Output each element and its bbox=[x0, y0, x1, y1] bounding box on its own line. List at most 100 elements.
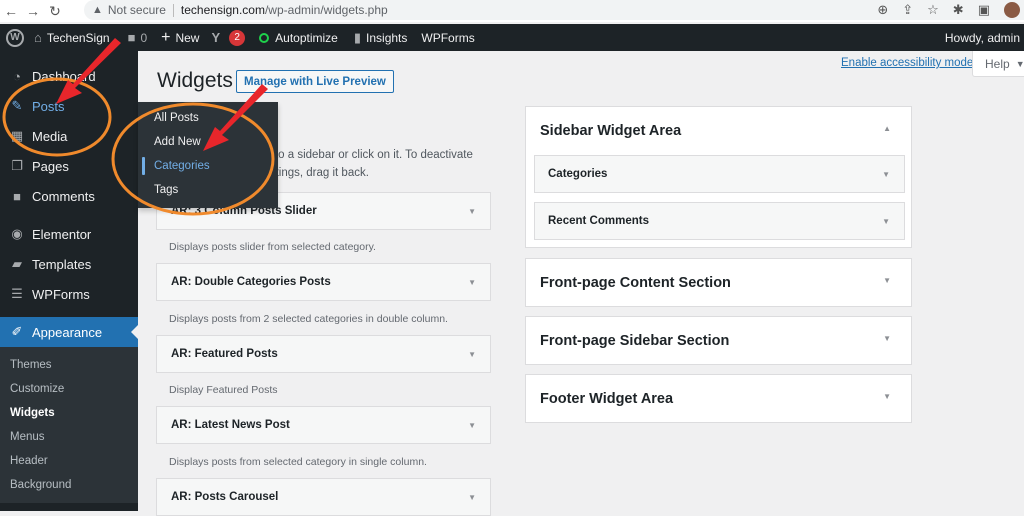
sidebar-widget-categories[interactable]: Categories ▼ bbox=[534, 155, 905, 193]
widget-description: Displays posts from selected category in… bbox=[169, 456, 427, 468]
widget-title: Recent Comments bbox=[548, 215, 649, 227]
widget-description: Display Featured Posts bbox=[169, 384, 278, 396]
widget-area-footer[interactable]: Footer Widget Area ▼ bbox=[525, 374, 912, 423]
back-icon[interactable]: ← bbox=[0, 3, 22, 19]
intro-line: it to a sidebar or click on it. To deact… bbox=[266, 149, 473, 161]
comments-link[interactable]: ■ 0 bbox=[128, 24, 148, 51]
url-host: techensign.com bbox=[180, 3, 265, 17]
caret-up-icon[interactable]: ▲ bbox=[883, 124, 891, 133]
sidebar-item-label: WPForms bbox=[32, 286, 90, 302]
manage-live-preview-button[interactable]: Manage with Live Preview bbox=[236, 70, 394, 93]
brush-icon: ✐ bbox=[11, 324, 23, 339]
warning-icon: ▲ bbox=[92, 4, 103, 16]
submenu-item-widgets[interactable]: Widgets bbox=[0, 401, 138, 425]
caret-down-icon[interactable]: ▼ bbox=[882, 170, 890, 179]
caret-down-icon[interactable]: ▼ bbox=[883, 276, 891, 285]
sidebar-item-label: Templates bbox=[32, 256, 92, 272]
widget-area-title: Front-page Sidebar Section bbox=[540, 333, 730, 349]
autoptimize-link[interactable]: Autoptimize bbox=[259, 24, 338, 51]
wordpress-logo-icon[interactable]: W bbox=[6, 28, 24, 47]
page-title: Widgets bbox=[157, 69, 233, 92]
flyout-item-add-new[interactable]: Add New bbox=[138, 130, 278, 154]
star-icon[interactable]: ☆ bbox=[927, 2, 939, 18]
submenu-item-background[interactable]: Background bbox=[0, 473, 138, 497]
caret-down-icon[interactable]: ▼ bbox=[468, 278, 476, 287]
caret-down-icon[interactable]: ▼ bbox=[468, 350, 476, 359]
widget-area-frontpage-sidebar[interactable]: Front-page Sidebar Section ▼ bbox=[525, 316, 912, 365]
submenu-item-menus[interactable]: Menus bbox=[0, 425, 138, 449]
form-icon: ☰ bbox=[11, 286, 23, 301]
help-tab[interactable]: Help ▼ bbox=[972, 51, 1024, 77]
caret-down-icon[interactable]: ▼ bbox=[468, 207, 476, 216]
admin-bar: W ⌂ TechenSign ■ 0 + New Y2 Autoptimize ▮ In… bbox=[0, 24, 1024, 51]
sidepanel-icon[interactable]: ▣ bbox=[978, 2, 990, 18]
available-widget[interactable]: AR: Featured Posts ▼ bbox=[156, 335, 491, 373]
flyout-item-all-posts[interactable]: All Posts bbox=[138, 106, 278, 130]
caret-down-icon[interactable]: ▼ bbox=[883, 334, 891, 343]
appearance-submenu: Themes Customize Widgets Menus Header Ba… bbox=[0, 347, 138, 503]
media-icon: ▦ bbox=[10, 128, 24, 143]
url-path: /wp-admin/widgets.php bbox=[264, 3, 388, 17]
submenu-item-header[interactable]: Header bbox=[0, 449, 138, 473]
sidebar-item-label: Elementor bbox=[32, 226, 92, 242]
widget-area-title[interactable]: Sidebar Widget Area bbox=[540, 123, 681, 139]
extensions-icon[interactable]: ✱ bbox=[953, 2, 964, 18]
widget-description: Displays posts from 2 selected categorie… bbox=[169, 313, 448, 325]
flyout-item-categories[interactable]: Categories bbox=[138, 154, 278, 178]
sidebar-item-comments[interactable]: ■ Comments bbox=[0, 181, 138, 211]
submenu-item-themes[interactable]: Themes bbox=[0, 353, 138, 377]
plus-icon: + bbox=[161, 28, 171, 46]
sidebar-item-templates[interactable]: ▰ Templates bbox=[0, 249, 138, 279]
sidebar-item-media[interactable]: ▦ Media bbox=[0, 121, 138, 151]
posts-flyout-menu: All Posts Add New Categories Tags bbox=[138, 102, 278, 208]
available-widget[interactable]: AR: Latest News Post ▼ bbox=[156, 406, 491, 444]
help-label: Help bbox=[985, 56, 1010, 71]
sidebar-item-dashboard[interactable]: ◔ Dashboard bbox=[0, 61, 138, 91]
sidebar-item-appearance[interactable]: ✐ Appearance bbox=[0, 317, 138, 347]
intro-line: ettings, drag it back. bbox=[266, 167, 369, 179]
new-content-link[interactable]: + New bbox=[161, 24, 199, 51]
accessibility-mode-link[interactable]: Enable accessibility mode bbox=[841, 57, 973, 69]
reload-icon[interactable]: ↻ bbox=[44, 3, 66, 20]
sidebar-item-wpforms[interactable]: ☰ WPForms bbox=[0, 279, 138, 309]
forward-icon[interactable]: → bbox=[22, 3, 44, 19]
widget-area-title: Footer Widget Area bbox=[540, 391, 674, 407]
elementor-icon: ◉ bbox=[11, 226, 23, 241]
flyout-item-tags[interactable]: Tags bbox=[138, 178, 278, 202]
caret-down-icon[interactable]: ▼ bbox=[468, 493, 476, 502]
new-label: New bbox=[175, 30, 200, 45]
sidebar-widget-recent-comments[interactable]: Recent Comments ▼ bbox=[534, 202, 905, 240]
sidebar-item-label: Media bbox=[32, 128, 68, 144]
sidebar-item-pages[interactable]: ❐ Pages bbox=[0, 151, 138, 181]
share-icon[interactable]: ⇪ bbox=[902, 2, 913, 18]
site-name-link[interactable]: ⌂ TechenSign bbox=[34, 24, 110, 51]
insights-link[interactable]: ▮ Insights bbox=[354, 24, 408, 51]
caret-down-icon[interactable]: ▼ bbox=[883, 392, 891, 401]
sidebar-item-elementor[interactable]: ◉ Elementor bbox=[0, 219, 138, 249]
available-widget[interactable]: AR: Posts Carousel ▼ bbox=[156, 478, 491, 516]
widget-title: AR: Posts Carousel bbox=[171, 491, 279, 503]
yoast-link[interactable]: Y2 bbox=[211, 24, 246, 51]
available-widget[interactable]: AR: Double Categories Posts ▼ bbox=[156, 263, 491, 301]
dashboard-icon: ◔ bbox=[13, 68, 21, 84]
home-icon: ⌂ bbox=[34, 30, 42, 45]
profile-avatar[interactable] bbox=[1004, 2, 1020, 18]
wpforms-link[interactable]: WPForms bbox=[421, 24, 474, 51]
caret-down-icon[interactable]: ▼ bbox=[468, 421, 476, 430]
wpforms-label: WPForms bbox=[421, 30, 475, 45]
account-menu[interactable]: Howdy, admin bbox=[945, 24, 1020, 51]
submenu-item-customize[interactable]: Customize bbox=[0, 377, 138, 401]
pages-icon: ❐ bbox=[11, 158, 23, 173]
sidebar-item-posts[interactable]: ✎ Posts bbox=[0, 91, 138, 121]
widget-title: Categories bbox=[548, 168, 608, 180]
zoom-icon[interactable]: ⊕ bbox=[877, 2, 888, 18]
bar-chart-icon: ▮ bbox=[353, 29, 362, 45]
widget-area-sidebar: Sidebar Widget Area ▲ Categories ▼ Recent… bbox=[525, 106, 912, 248]
caret-down-icon[interactable]: ▼ bbox=[882, 217, 890, 226]
sidebar-item-label: Pages bbox=[32, 158, 69, 174]
browser-actions: ⊕ ⇪ ☆ ✱ ▣ bbox=[877, 0, 1024, 20]
autoptimize-label: Autoptimize bbox=[275, 30, 338, 45]
status-dot-icon bbox=[259, 32, 270, 43]
widget-area-frontpage-content[interactable]: Front-page Content Section ▼ bbox=[525, 258, 912, 307]
browser-toolbar: ← → ↻ ▲ Not secure techensign.com/wp-adm… bbox=[0, 0, 1024, 22]
